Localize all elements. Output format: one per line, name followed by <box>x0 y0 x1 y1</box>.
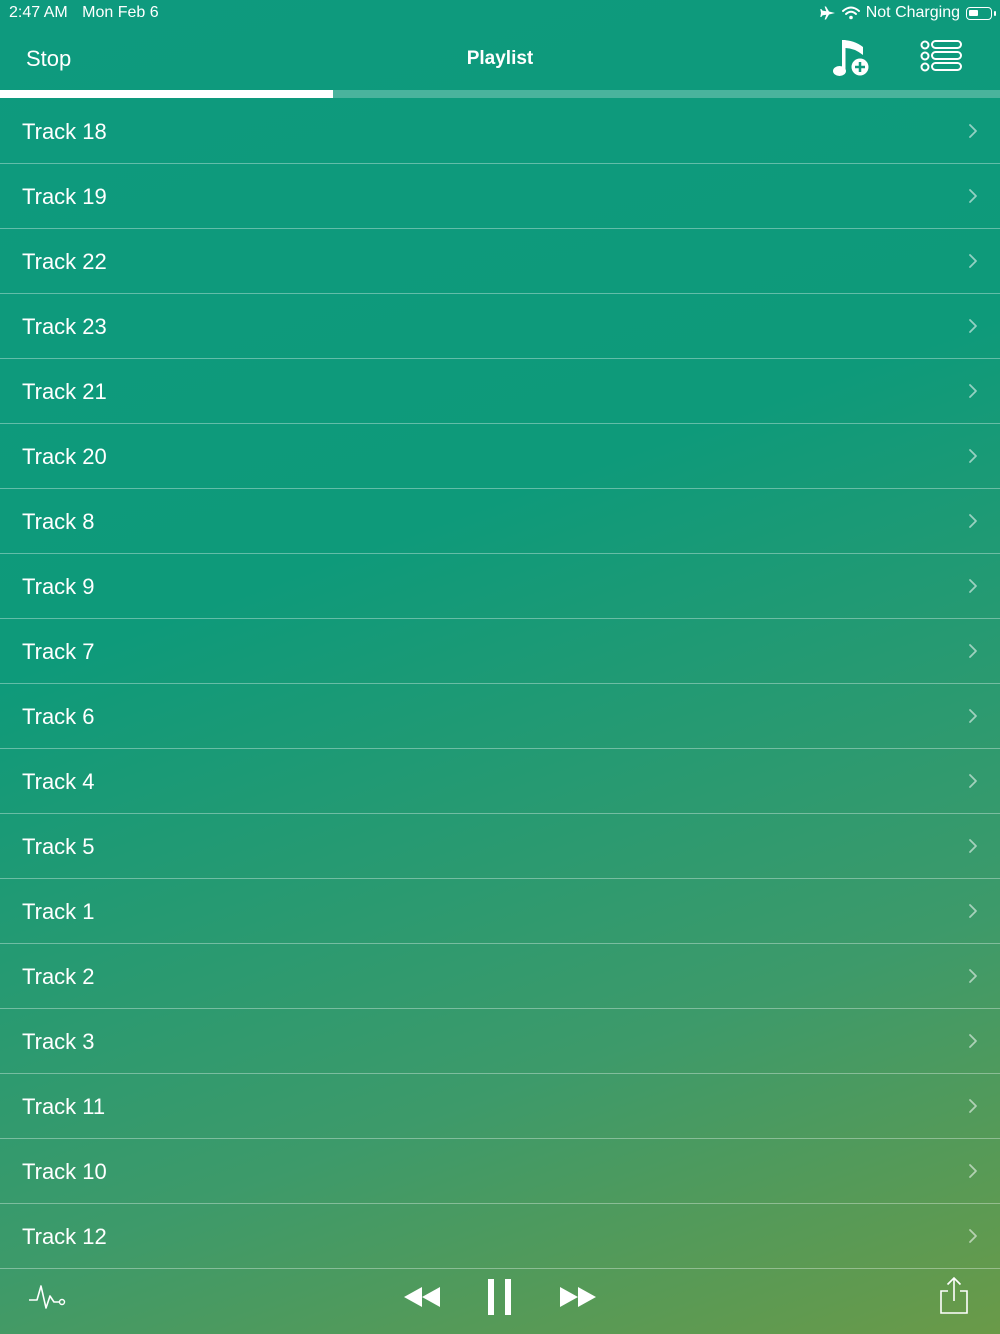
wifi-icon <box>841 6 860 20</box>
navigation-bar: Stop Playlist <box>0 30 1000 90</box>
chevron-right-icon <box>969 1164 977 1178</box>
track-row[interactable]: Track 23 <box>0 294 1000 359</box>
track-row[interactable]: Track 4 <box>0 749 1000 814</box>
fast-forward-icon[interactable] <box>558 1284 598 1310</box>
bottom-toolbar <box>0 1268 1000 1334</box>
track-row[interactable]: Track 22 <box>0 229 1000 294</box>
status-bar: 2:47 AM Mon Feb 6 Not Charging <box>0 0 1000 28</box>
track-label: Track 12 <box>22 1224 107 1249</box>
chevron-right-icon <box>969 1034 977 1048</box>
chevron-right-icon <box>969 124 977 138</box>
status-time: 2:47 AM <box>9 4 68 21</box>
chevron-right-icon <box>969 1229 977 1243</box>
playback-progress-bar[interactable] <box>0 90 1000 98</box>
track-label: Track 2 <box>22 964 95 989</box>
charging-status: Not Charging <box>865 4 960 21</box>
track-row[interactable]: Track 11 <box>0 1074 1000 1139</box>
track-label: Track 6 <box>22 704 95 729</box>
airplane-icon <box>820 6 835 20</box>
track-row[interactable]: Track 21 <box>0 359 1000 424</box>
chevron-right-icon <box>969 774 977 788</box>
status-right: Not Charging <box>820 4 996 22</box>
add-music-icon[interactable] <box>830 36 872 82</box>
track-row[interactable]: Track 5 <box>0 814 1000 879</box>
share-icon[interactable] <box>936 1275 972 1317</box>
track-label: Track 7 <box>22 639 95 664</box>
track-label: Track 20 <box>22 444 107 469</box>
chevron-right-icon <box>969 1099 977 1113</box>
track-row[interactable]: Track 10 <box>0 1139 1000 1204</box>
battery-icon <box>966 6 996 20</box>
track-label: Track 11 <box>22 1094 106 1119</box>
chevron-right-icon <box>969 709 977 723</box>
track-label: Track 21 <box>22 379 107 404</box>
track-row[interactable]: Track 9 <box>0 554 1000 619</box>
track-label: Track 23 <box>22 314 107 339</box>
chevron-right-icon <box>969 904 977 918</box>
track-row[interactable]: Track 19 <box>0 164 1000 229</box>
track-label: Track 3 <box>22 1029 95 1054</box>
playlist-menu-icon[interactable] <box>918 38 964 78</box>
track-label: Track 18 <box>22 119 107 144</box>
track-row[interactable]: Track 7 <box>0 619 1000 684</box>
waveform-icon[interactable] <box>28 1280 68 1312</box>
playback-progress-fill <box>0 90 333 98</box>
track-label: Track 5 <box>22 834 95 859</box>
pause-icon[interactable] <box>486 1277 514 1317</box>
chevron-right-icon <box>969 254 977 268</box>
track-label: Track 4 <box>22 769 95 794</box>
track-row[interactable]: Track 18 <box>0 99 1000 164</box>
track-label: Track 19 <box>22 184 107 209</box>
track-label: Track 8 <box>22 509 95 534</box>
track-row[interactable]: Track 1 <box>0 879 1000 944</box>
status-date: Mon Feb 6 <box>82 4 159 21</box>
track-row[interactable]: Track 6 <box>0 684 1000 749</box>
rewind-icon[interactable] <box>402 1284 442 1310</box>
chevron-right-icon <box>969 644 977 658</box>
chevron-right-icon <box>969 189 977 203</box>
track-row[interactable]: Track 12 <box>0 1204 1000 1269</box>
chevron-right-icon <box>969 319 977 333</box>
track-label: Track 1 <box>22 899 95 924</box>
track-row[interactable]: Track 2 <box>0 944 1000 1009</box>
chevron-right-icon <box>969 384 977 398</box>
track-label: Track 22 <box>22 249 107 274</box>
chevron-right-icon <box>969 969 977 983</box>
track-list: Track 18 Track 19 Track 22 Track 23 Track 21… <box>0 99 1000 1269</box>
track-label: Track 10 <box>22 1159 107 1184</box>
chevron-right-icon <box>969 449 977 463</box>
status-left: 2:47 AM Mon Feb 6 <box>9 4 169 22</box>
track-row[interactable]: Track 20 <box>0 424 1000 489</box>
chevron-right-icon <box>969 579 977 593</box>
chevron-right-icon <box>969 839 977 853</box>
chevron-right-icon <box>969 514 977 528</box>
track-label: Track 9 <box>22 574 95 599</box>
track-row[interactable]: Track 3 <box>0 1009 1000 1074</box>
track-row[interactable]: Track 8 <box>0 489 1000 554</box>
